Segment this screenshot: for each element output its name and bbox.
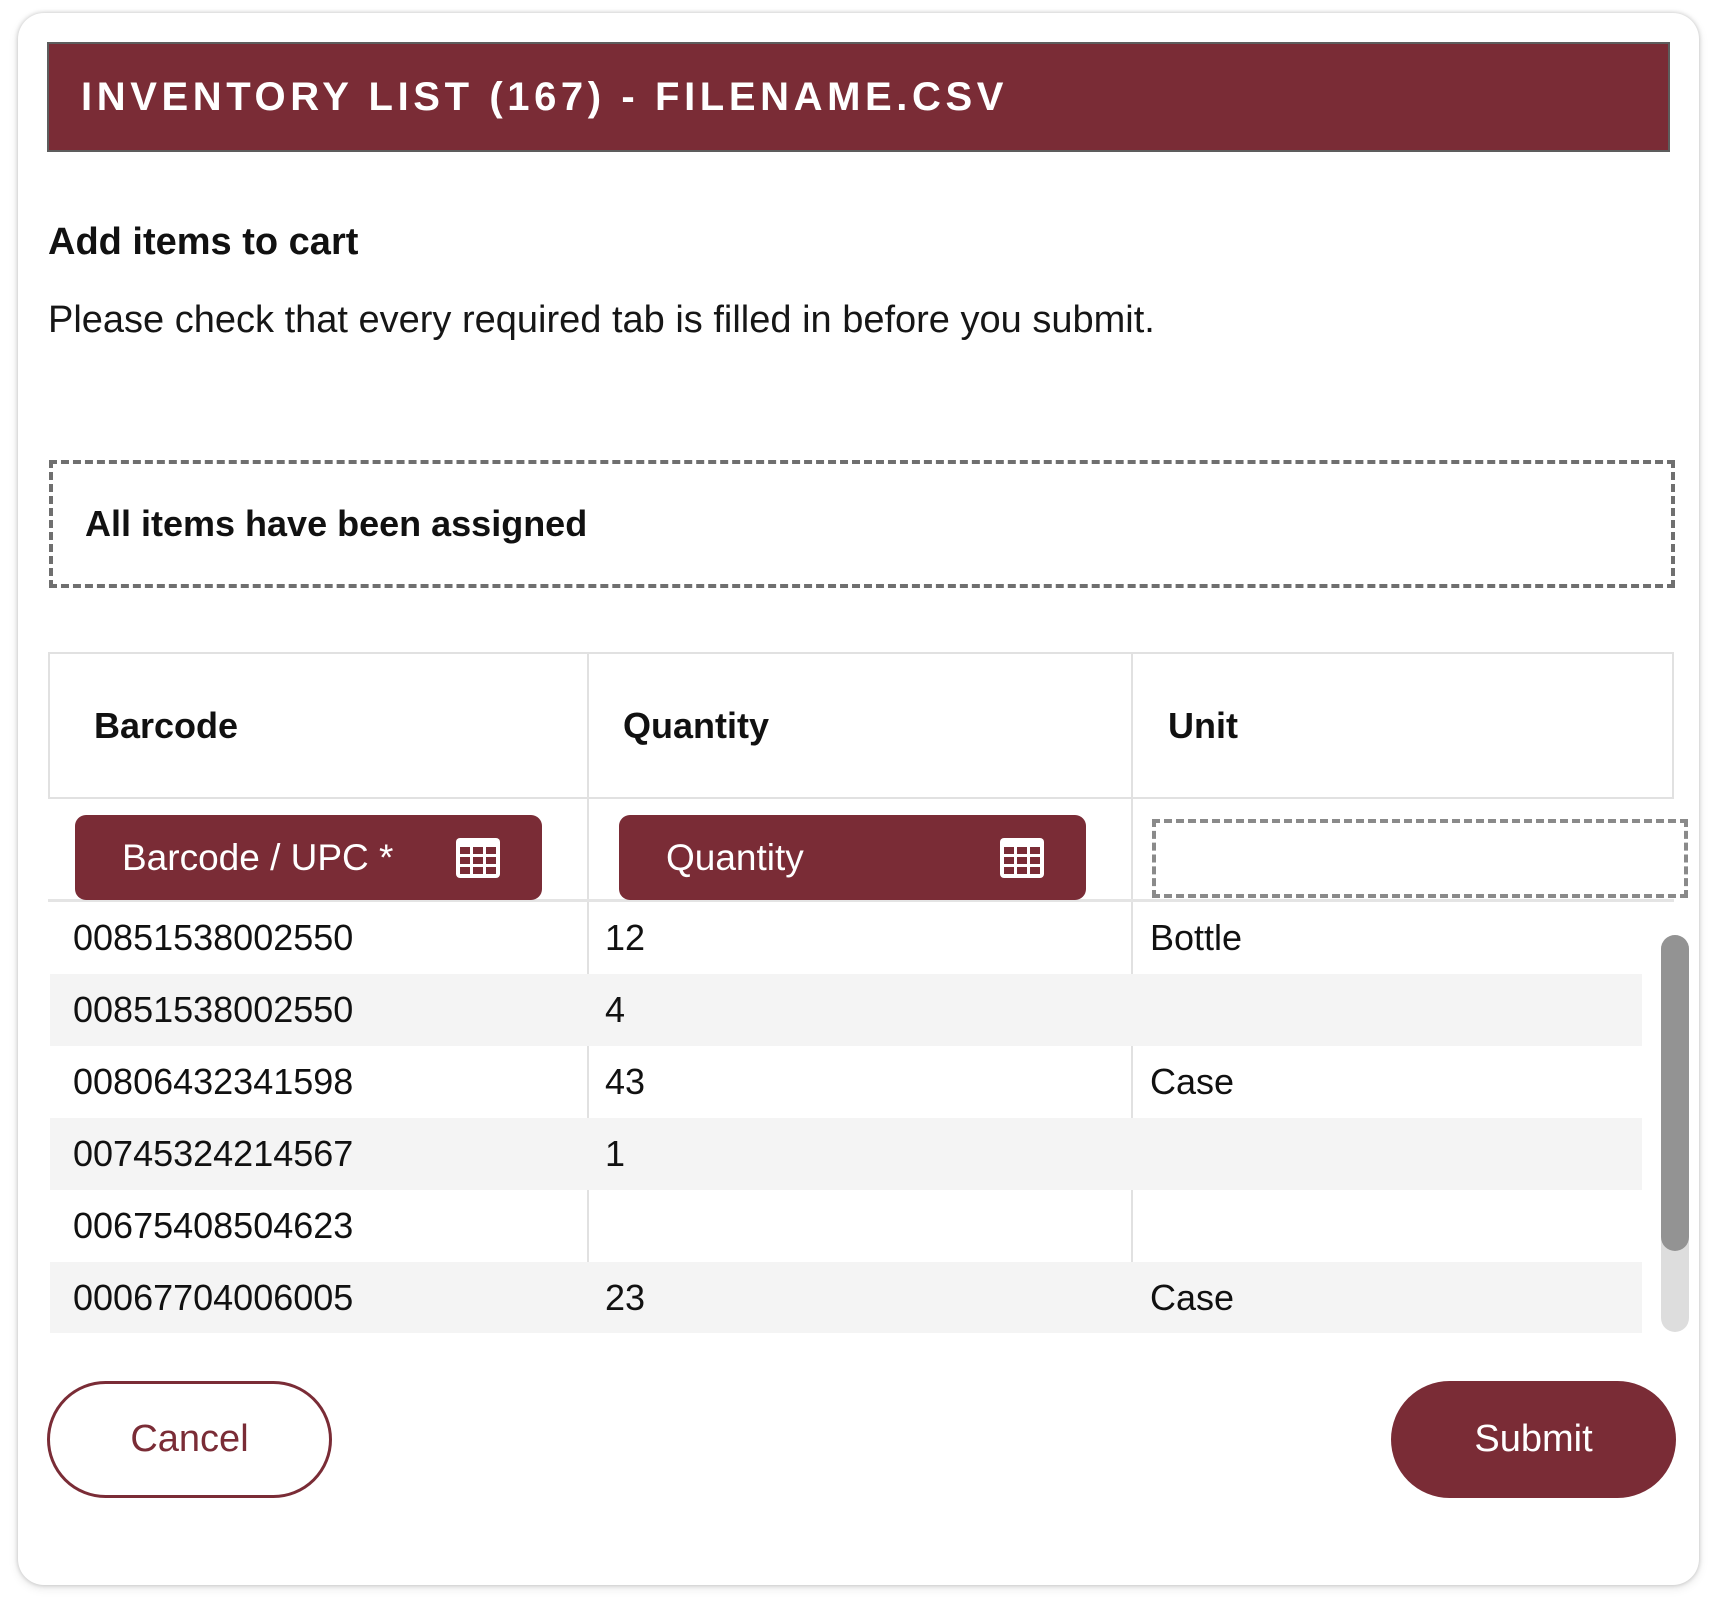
unit-mapping-dropzone[interactable] — [1152, 819, 1688, 898]
grid-icon — [1000, 837, 1044, 878]
table-row: 00675408504623 — [50, 1190, 1642, 1262]
column-header-quantity: Quantity — [623, 704, 770, 746]
grid-icon — [456, 837, 500, 878]
column-header-barcode: Barcode — [94, 704, 239, 746]
barcode-mapping-label: Barcode / UPC * — [122, 836, 394, 878]
table-row: 00851538002550 4 — [50, 974, 1642, 1046]
unit-cell: Bottle — [1150, 917, 1243, 958]
quantity-cell: 43 — [605, 1061, 646, 1102]
table-row: 00745324214567 1 — [50, 1118, 1642, 1190]
submit-button[interactable]: Submit — [1391, 1381, 1676, 1498]
quantity-mapping-label: Quantity — [666, 836, 804, 878]
unit-cell: Case — [1150, 1061, 1235, 1102]
assignment-status-text: All items have been assigned — [85, 503, 588, 544]
column-mapping-row: Barcode / UPC * Quantity — [48, 799, 1688, 902]
barcode-cell: 00851538002550 — [73, 989, 354, 1030]
barcode-cell: 00806432341598 — [73, 1061, 354, 1102]
table-row: 00067704006005 23 Case — [50, 1262, 1642, 1333]
unit-cell: Case — [1150, 1277, 1235, 1318]
table-scrollbar[interactable] — [1661, 935, 1689, 1332]
table-row: 00851538002550 12 Bottle — [50, 902, 1642, 974]
barcode-mapping-button[interactable]: Barcode / UPC * — [75, 815, 542, 900]
dialog-title: INVENTORY LIST (167) - FILENAME.CSV — [81, 74, 1009, 119]
inventory-dialog: INVENTORY LIST (167) - FILENAME.CSV Add … — [18, 13, 1699, 1585]
scrollbar-thumb[interactable] — [1661, 935, 1689, 1251]
cancel-button[interactable]: Cancel — [47, 1381, 332, 1498]
dialog-header: INVENTORY LIST (167) - FILENAME.CSV — [47, 42, 1670, 152]
table-row: 00806432341598 43 Case — [50, 1046, 1642, 1118]
inventory-table: Barcode Quantity Unit Barcode / UPC * Qu… — [48, 652, 1688, 1333]
barcode-cell: 00067704006005 — [73, 1277, 354, 1318]
barcode-cell: 00745324214567 — [73, 1133, 354, 1174]
table-body: 00851538002550 12 Bottle 00851538002550 … — [50, 902, 1672, 1333]
column-header-unit: Unit — [1168, 704, 1238, 746]
quantity-cell: 12 — [605, 917, 646, 958]
assignment-status-box: All items have been assigned — [49, 460, 1675, 588]
quantity-mapping-button[interactable]: Quantity — [619, 815, 1086, 900]
instructions-text: Please check that every required tab is … — [48, 299, 1155, 341]
quantity-cell: 23 — [605, 1277, 646, 1318]
table-header: Barcode Quantity Unit — [48, 652, 1674, 799]
section-heading: Add items to cart — [48, 221, 359, 263]
barcode-cell: 00675408504623 — [73, 1205, 354, 1246]
quantity-cell: 4 — [605, 989, 626, 1030]
quantity-cell: 1 — [605, 1133, 626, 1174]
barcode-cell: 00851538002550 — [73, 917, 354, 958]
